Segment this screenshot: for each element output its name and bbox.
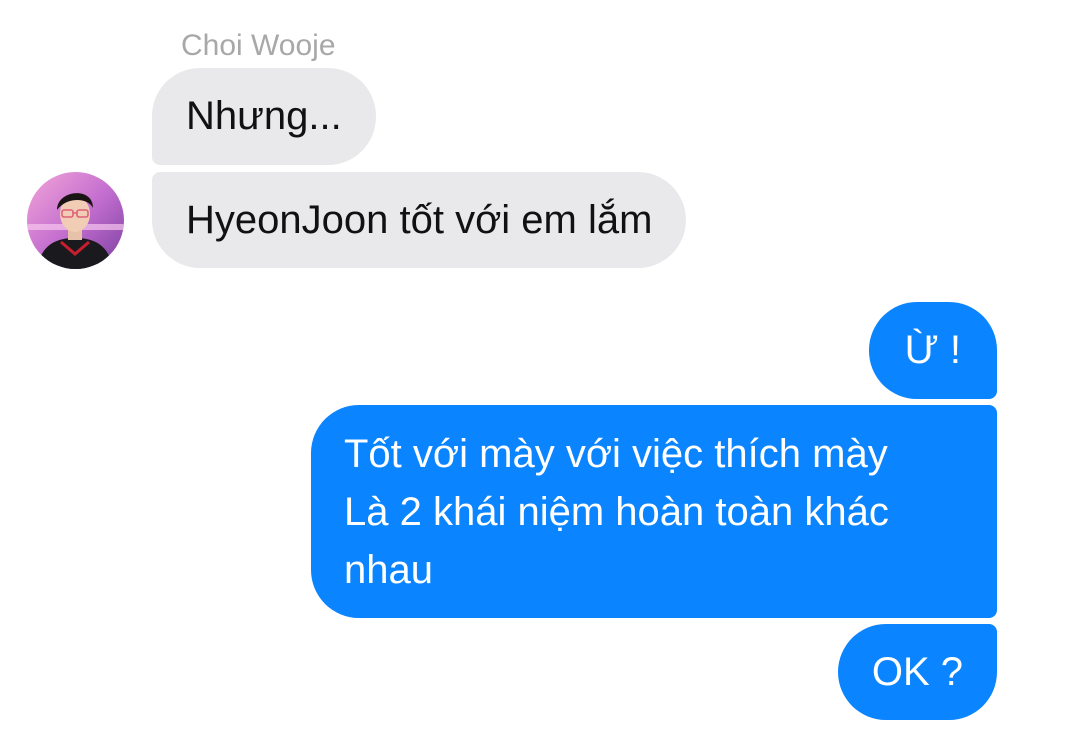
message-text: Nhưng... (186, 94, 342, 138)
outgoing-message-bubble[interactable]: OK ? (837, 624, 997, 720)
outgoing-message-bubble[interactable]: Tốt với mày với việc thích mày Là 2 khái… (311, 405, 997, 618)
sender-avatar[interactable] (27, 172, 124, 269)
sender-name: Choi Wooje (181, 29, 336, 62)
profile-photo-icon (27, 172, 124, 269)
outgoing-message-bubble[interactable]: Ừ ! (868, 302, 997, 399)
incoming-message-bubble[interactable]: HyeonJoon tốt với em lắm (152, 172, 687, 268)
message-text-line: Tốt với mày với việc thích mày (344, 432, 888, 476)
message-text-line: Là 2 khái niệm hoàn toàn khác (344, 490, 889, 534)
message-text: HyeonJoon tốt với em lắm (186, 198, 653, 242)
incoming-message-bubble[interactable]: Nhưng... (152, 68, 376, 165)
message-text: Ừ ! (904, 328, 961, 372)
message-text: OK ? (871, 650, 963, 694)
message-text-line: nhau (344, 548, 433, 592)
